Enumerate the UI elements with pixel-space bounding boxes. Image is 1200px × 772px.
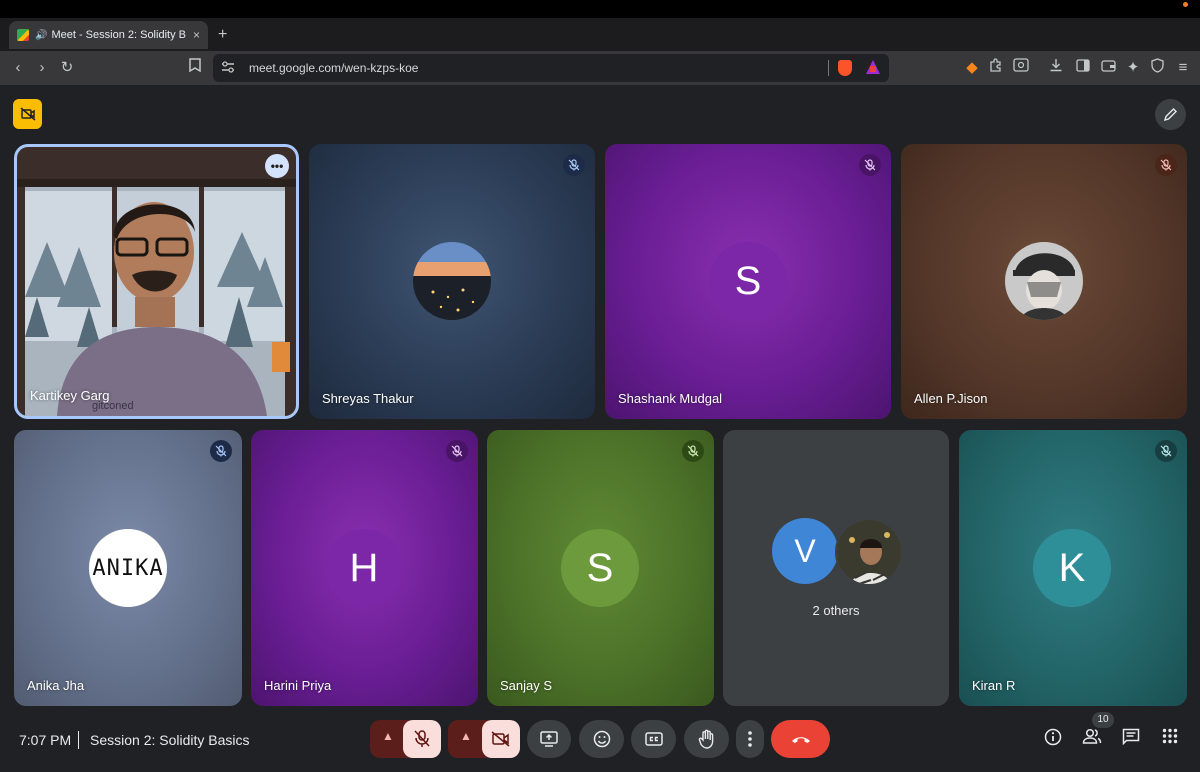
new-tab-button[interactable]: + bbox=[218, 26, 227, 44]
raise-hand-icon bbox=[698, 729, 713, 749]
metamask-icon[interactable]: ◆ bbox=[962, 58, 982, 78]
url-text: meet.google.com/wen-kzps-koe bbox=[249, 61, 419, 75]
participant-tile-harini[interactable]: H Harini Priya bbox=[251, 430, 478, 706]
muted-mic-icon bbox=[1155, 440, 1177, 462]
tab-strip: 🔊 Meet - Session 2: Solidity B × + bbox=[0, 18, 1200, 51]
participant-tile-sanjay[interactable]: S Sanjay S bbox=[487, 430, 714, 706]
mic-off-icon bbox=[414, 730, 430, 747]
reactions-button[interactable] bbox=[579, 720, 624, 758]
extensions-icon[interactable] bbox=[986, 58, 1006, 78]
tab-meet[interactable]: 🔊 Meet - Session 2: Solidity B × bbox=[9, 21, 208, 49]
brave-rewards-icon[interactable] bbox=[866, 60, 880, 74]
participant-name: Anika Jha bbox=[27, 678, 85, 693]
meeting-title: Session 2: Solidity Basics bbox=[90, 732, 250, 748]
close-tab-icon[interactable]: × bbox=[193, 28, 200, 42]
hang-up-icon bbox=[791, 737, 810, 743]
mic-options-chevron-icon[interactable]: ▲ bbox=[382, 729, 394, 743]
captions-icon bbox=[644, 732, 663, 746]
participant-name: Kartikey Garg bbox=[30, 388, 110, 403]
muted-mic-icon bbox=[1155, 154, 1177, 176]
participant-tile-anika[interactable]: ANIKA Anika Jha bbox=[14, 430, 242, 706]
divider bbox=[78, 731, 79, 749]
avatar: S bbox=[561, 529, 639, 607]
present-screen-button[interactable] bbox=[527, 720, 571, 758]
activities-icon[interactable] bbox=[1159, 728, 1181, 749]
muted-mic-icon bbox=[682, 440, 704, 462]
muted-mic-icon bbox=[446, 440, 468, 462]
emoji-icon bbox=[593, 730, 610, 748]
reload-icon[interactable]: ↻ bbox=[57, 58, 77, 78]
mic-toggle-button[interactable] bbox=[403, 720, 441, 758]
vpn-icon[interactable] bbox=[1147, 58, 1167, 79]
muted-mic-icon bbox=[859, 154, 881, 176]
divider bbox=[828, 60, 829, 76]
participant-name: Kiran R bbox=[972, 678, 1016, 693]
muted-mic-icon bbox=[210, 440, 232, 462]
os-top-bar bbox=[0, 0, 1200, 18]
participant-tile-kartikey[interactable]: gitconed ••• Kartikey Garg bbox=[14, 144, 299, 419]
avatar: V bbox=[772, 518, 838, 584]
leave-call-button[interactable] bbox=[771, 720, 830, 758]
camera-control-group: ▲ bbox=[448, 720, 520, 758]
meet-window: 🔊 Meet - Session 2: Solidity B × + ‹ › ↻… bbox=[0, 0, 1200, 772]
more-options-icon[interactable]: ••• bbox=[265, 154, 289, 178]
participant-name: Shreyas Thakur bbox=[322, 391, 414, 406]
people-icon[interactable] bbox=[1081, 728, 1103, 749]
bookmark-icon[interactable] bbox=[185, 58, 205, 78]
participant-name: Shashank Mudgal bbox=[618, 391, 723, 406]
participant-count-badge: 10 bbox=[1092, 712, 1114, 728]
download-icon[interactable] bbox=[1046, 58, 1066, 78]
profile-photo bbox=[1005, 242, 1083, 320]
avatar: H bbox=[325, 529, 403, 607]
participant-name: Sanjay S bbox=[500, 678, 553, 693]
chat-icon[interactable] bbox=[1120, 728, 1142, 751]
participant-tile-shreyas[interactable]: Shreyas Thakur bbox=[309, 144, 595, 419]
back-icon[interactable]: ‹ bbox=[8, 58, 28, 78]
site-settings-icon[interactable] bbox=[221, 60, 239, 76]
meeting-time: 7:07 PM bbox=[19, 732, 72, 748]
profile-photo bbox=[835, 518, 903, 586]
participant-name: Allen P.Jison bbox=[914, 391, 988, 406]
recording-indicator-icon[interactable] bbox=[13, 99, 42, 129]
present-icon bbox=[540, 731, 558, 747]
logo-avatar: ANIKA bbox=[89, 529, 167, 607]
muted-mic-icon bbox=[563, 154, 585, 176]
participant-tile-allen[interactable]: Allen P.Jison bbox=[901, 144, 1187, 419]
notification-dot bbox=[1183, 2, 1188, 7]
wallet-icon[interactable] bbox=[1098, 58, 1118, 78]
captions-button[interactable] bbox=[631, 720, 676, 758]
speaker-icon: 🔊 bbox=[35, 29, 48, 41]
menu-icon[interactable]: ≡ bbox=[1173, 58, 1193, 78]
more-vert-icon bbox=[748, 731, 752, 747]
participant-tile-others[interactable]: V 2 others bbox=[723, 430, 949, 706]
avatar: S bbox=[709, 242, 787, 320]
address-bar[interactable]: meet.google.com/wen-kzps-koe bbox=[213, 54, 889, 82]
mic-control-group: ▲ bbox=[370, 720, 441, 758]
raise-hand-button[interactable] bbox=[684, 720, 729, 758]
participant-tile-shashank[interactable]: S Shashank Mudgal bbox=[605, 144, 891, 419]
camera-toggle-button[interactable] bbox=[482, 720, 520, 758]
meeting-info-icon[interactable] bbox=[1042, 728, 1064, 751]
camera-off-icon bbox=[491, 731, 510, 747]
brave-shields-icon[interactable] bbox=[838, 60, 852, 76]
participant-tile-kiran[interactable]: K Kiran R bbox=[959, 430, 1187, 706]
camera-options-chevron-icon[interactable]: ▲ bbox=[460, 729, 472, 743]
edit-layout-icon[interactable] bbox=[1155, 99, 1186, 130]
leo-ai-icon[interactable]: ✦ bbox=[1123, 58, 1143, 78]
screenshot-icon[interactable] bbox=[1011, 58, 1031, 78]
call-controls-bar: 7:07 PM Session 2: Solidity Basics ▲ ▲ 1… bbox=[0, 712, 1200, 772]
sidebar-icon[interactable] bbox=[1073, 58, 1093, 78]
avatar: K bbox=[1033, 529, 1111, 607]
meet-favicon-icon bbox=[17, 29, 29, 41]
camera-video-frame: gitconed bbox=[17, 147, 296, 416]
profile-photo bbox=[413, 242, 491, 320]
forward-icon[interactable]: › bbox=[32, 58, 52, 78]
more-options-button[interactable] bbox=[736, 720, 764, 758]
participant-name: Harini Priya bbox=[264, 678, 332, 693]
browser-toolbar: ‹ › ↻ meet.google.com/wen-kzps-koe ◆ ✦ ≡ bbox=[0, 51, 1200, 85]
others-label: 2 others bbox=[812, 603, 860, 618]
tab-title: Meet - Session 2: Solidity B bbox=[51, 29, 186, 41]
